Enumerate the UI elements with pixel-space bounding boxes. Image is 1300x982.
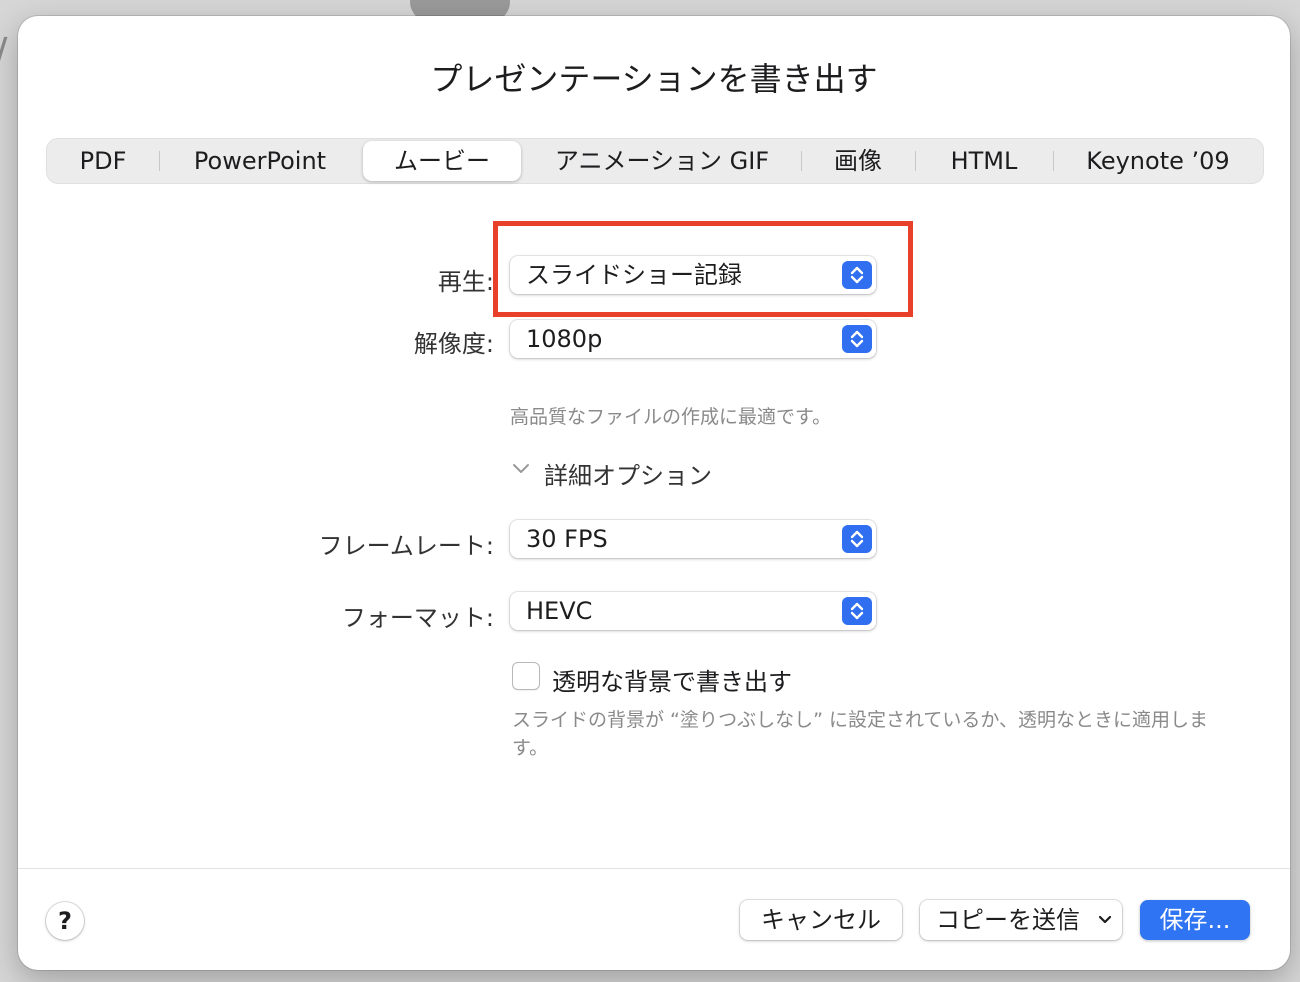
chevron-down-icon [1098, 915, 1112, 924]
framerate-popup[interactable]: 30 FPS [510, 520, 876, 558]
tab-powerpoint[interactable]: PowerPoint [160, 139, 360, 183]
tab-animated-gif[interactable]: アニメーション GIF [527, 139, 797, 183]
dialog-title: プレゼンテーションを書き出す [430, 60, 878, 98]
popup-stepper-icon [842, 597, 872, 625]
send-copy-label: コピーを送信 [936, 906, 1080, 934]
transparent-background-checkbox[interactable] [512, 662, 540, 690]
tab-html[interactable]: HTML [916, 139, 1052, 183]
format-value: HEVC [526, 597, 593, 625]
chevron-down-icon [513, 464, 529, 473]
popup-stepper-icon [842, 525, 872, 553]
tab-pdf[interactable]: PDF [47, 139, 159, 183]
format-popup[interactable]: HEVC [510, 592, 876, 630]
playback-label: 再生: [437, 268, 494, 296]
footer-divider [18, 868, 1290, 869]
resolution-value: 1080p [526, 325, 603, 353]
tab-image[interactable]: 画像 [802, 139, 914, 183]
popup-stepper-icon [842, 325, 872, 353]
tab-movie[interactable]: ムービー [363, 141, 521, 181]
export-format-tabs: PDF PowerPoint ムービー アニメーション GIF 画像 HTML … [46, 138, 1264, 184]
resolution-label: 解像度: [413, 330, 494, 358]
export-dialog: プレゼンテーションを書き出す PDF PowerPoint ムービー アニメーシ… [18, 16, 1290, 970]
format-label: フォーマット: [341, 604, 494, 632]
transparent-background-note: スライドの背景が “塗りつぶしなし” に設定されているか、透明なときに適用します… [512, 709, 1209, 759]
highlight-annotation [493, 221, 913, 317]
save-button[interactable]: 保存... [1140, 900, 1250, 940]
resolution-hint: 高品質なファイルの作成に最適です。 [510, 406, 832, 428]
advanced-options-label: 詳細オプション [544, 462, 712, 490]
send-copy-button[interactable]: コピーを送信 [920, 900, 1122, 940]
framerate-value: 30 FPS [526, 525, 608, 553]
transparent-background-label[interactable]: 透明な背景で書き出す [552, 662, 792, 697]
background-window-glyph: ∕ [0, 30, 8, 76]
cancel-button[interactable]: キャンセル [740, 900, 902, 940]
resolution-popup[interactable]: 1080p [510, 320, 876, 358]
tab-keynote-09[interactable]: Keynote ’09 [1054, 139, 1262, 183]
help-button[interactable]: ? [46, 902, 84, 940]
framerate-label: フレームレート: [318, 532, 494, 560]
